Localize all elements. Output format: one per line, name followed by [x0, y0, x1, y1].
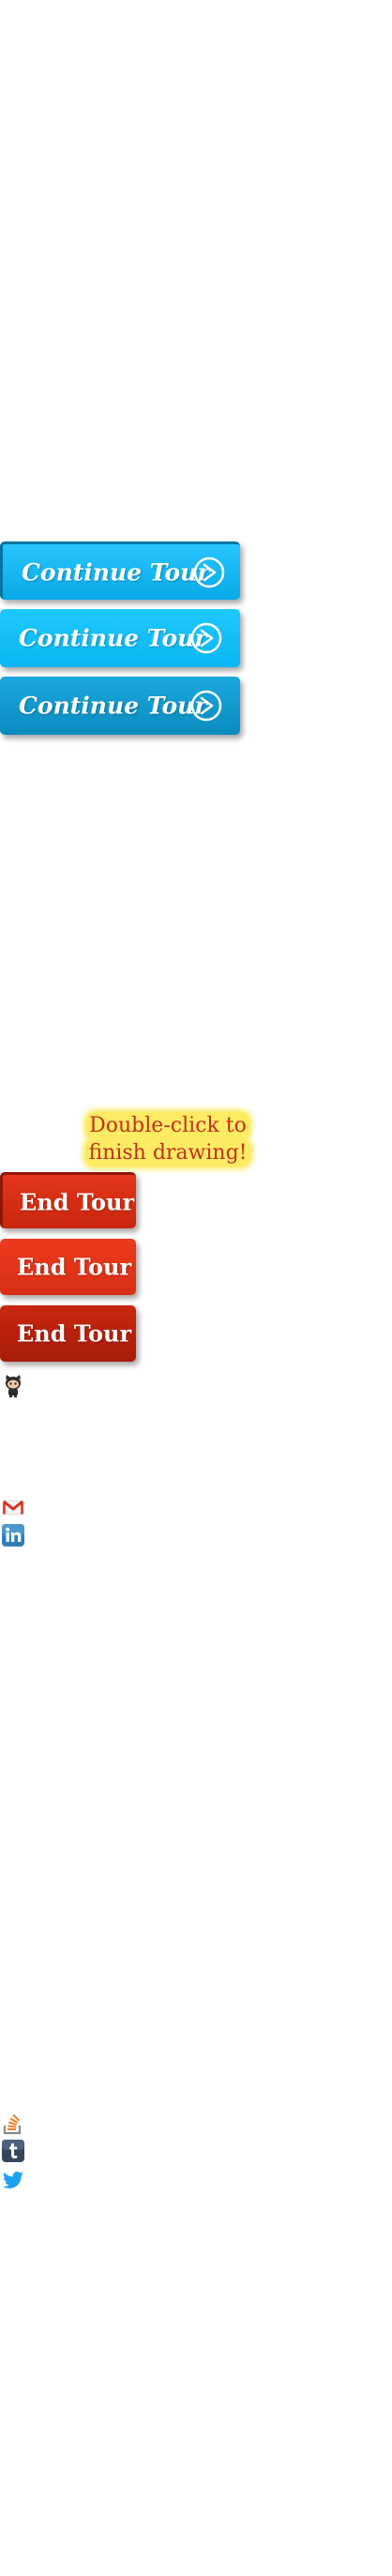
arrow-right-circle-icon: [190, 622, 222, 654]
gmail-icon[interactable]: [1, 1495, 25, 1519]
continue-tour-button[interactable]: Continue Tour: [0, 541, 240, 600]
arrow-right-circle-icon: [190, 690, 222, 722]
continue-tour-label: Continue Tour: [19, 692, 207, 720]
drawing-hint-line-1: Double-click to: [86, 1112, 249, 1139]
end-tour-button-active[interactable]: End Tour: [0, 1305, 136, 1362]
github-icon[interactable]: [1, 1374, 25, 1398]
end-tour-label: End Tour: [20, 1188, 135, 1215]
continue-tour-label: Continue Tour: [19, 624, 207, 652]
end-tour-label: End Tour: [17, 1253, 132, 1281]
continue-tour-button-active[interactable]: Continue Tour: [0, 677, 240, 735]
twitter-icon[interactable]: [1, 2168, 25, 2192]
linkedin-icon[interactable]: [1, 1523, 25, 1547]
tumblr-icon[interactable]: [1, 2139, 25, 2163]
arrow-right-circle-icon: [193, 556, 225, 587]
drawing-hint-tooltip: Double-click to finish drawing!: [79, 1112, 257, 1166]
stackoverflow-icon[interactable]: [1, 2111, 25, 2136]
end-tour-label: End Tour: [17, 1319, 132, 1348]
end-tour-button[interactable]: End Tour: [0, 1172, 136, 1228]
continue-tour-label: Continue Tour: [22, 558, 210, 586]
drawing-hint-line-2: finish drawing!: [85, 1139, 250, 1166]
continue-tour-button-hover[interactable]: Continue Tour: [0, 609, 240, 667]
end-tour-button-hover[interactable]: End Tour: [0, 1239, 136, 1295]
